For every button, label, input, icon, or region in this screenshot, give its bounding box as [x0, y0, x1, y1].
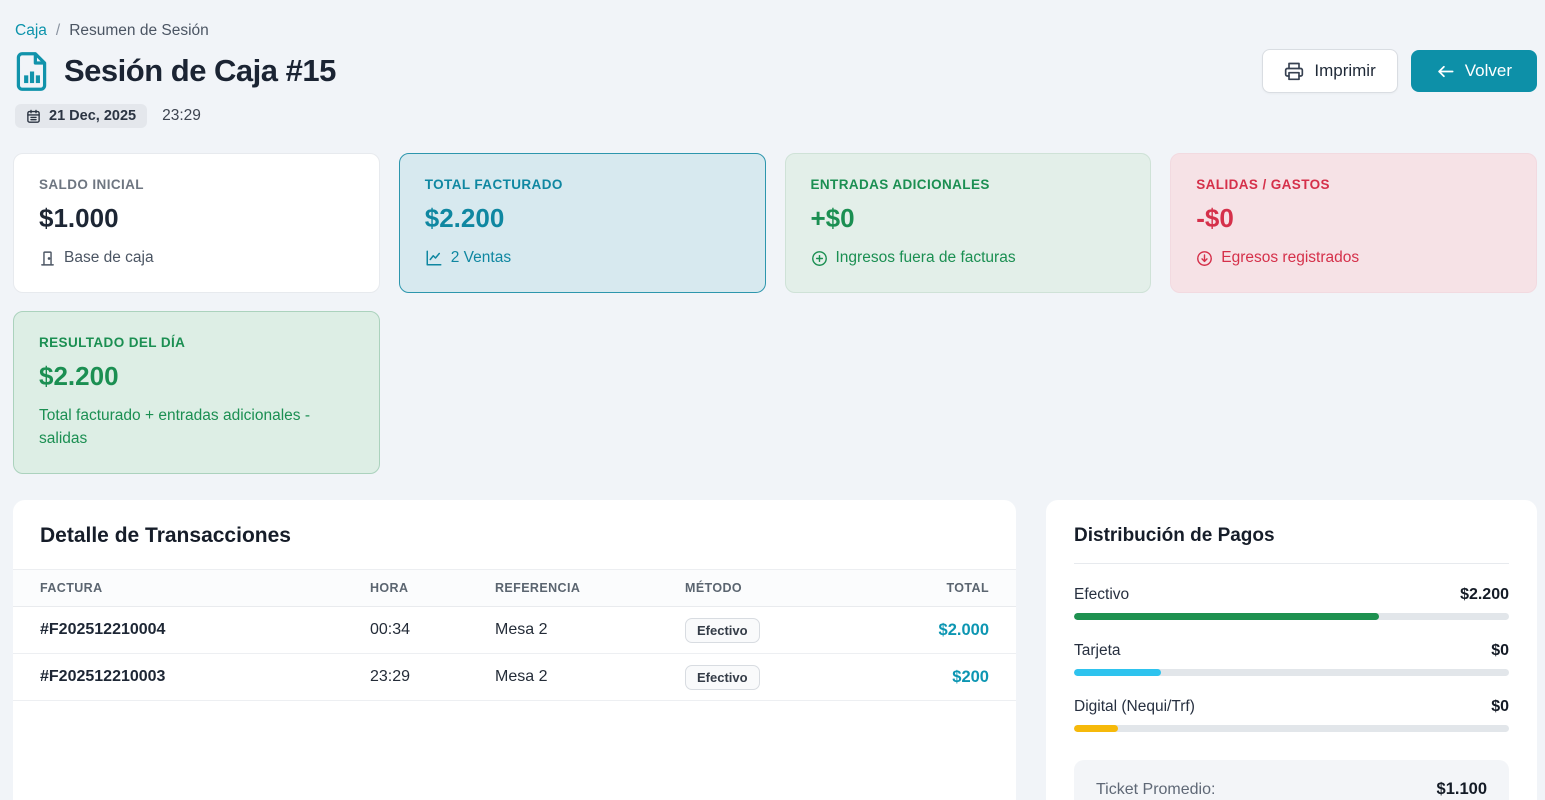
breadcrumb: Caja / Resumen de Sesión: [15, 22, 1537, 40]
print-button-label: Imprimir: [1314, 61, 1375, 81]
invoice-reference: Mesa 2: [495, 668, 685, 686]
card-note: 2 Ventas: [425, 247, 740, 269]
progress-bar-fill: [1074, 669, 1161, 676]
transactions-title: Detalle de Transacciones: [13, 500, 1016, 569]
card-note: Ingresos fuera de facturas: [811, 247, 1126, 269]
invoice-total: $200: [870, 668, 989, 687]
invoice-time: 00:34: [370, 621, 495, 639]
card-salidas-gastos: SALIDAS / GASTOS -$0 Egresos registrados: [1170, 153, 1537, 293]
invoice-time: 23:29: [370, 668, 495, 686]
detail-section: Detalle de Transacciones FACTURA HORA RE…: [13, 500, 1537, 800]
progress-bar-fill: [1074, 613, 1379, 620]
card-label: RESULTADO DEL DÍA: [39, 335, 354, 350]
date-badge: 21 Dec, 2025: [15, 104, 147, 128]
card-saldo-inicial: SALDO INICIAL $1.000 Base de caja: [13, 153, 380, 293]
payment-item-tarjeta: Tarjeta $0: [1074, 642, 1509, 676]
column-header-hora: HORA: [370, 581, 495, 595]
payment-value: $2.200: [1460, 586, 1509, 604]
payment-label: Digital (Nequi/Trf): [1074, 698, 1195, 716]
card-resultado-del-dia: RESULTADO DEL DÍA $2.200 Total facturado…: [13, 311, 380, 474]
table-row[interactable]: #F202512210004 00:34 Mesa 2 Efectivo $2.…: [13, 607, 1016, 654]
progress-bar-track: [1074, 613, 1509, 620]
card-note: Base de caja: [39, 247, 354, 269]
breadcrumb-separator: /: [56, 22, 60, 40]
card-total-facturado: TOTAL FACTURADO $2.200 2 Ventas: [399, 153, 766, 293]
summary-cards: SALDO INICIAL $1.000 Base de caja TOTAL …: [13, 153, 1537, 474]
transactions-table-header: FACTURA HORA REFERENCIA MÉTODO TOTAL: [13, 569, 1016, 607]
average-ticket-value: $1.100: [1437, 780, 1487, 799]
invoice-number: #F202512210004: [40, 621, 370, 639]
report-chart-icon: [13, 51, 50, 92]
door-icon: [39, 250, 56, 267]
payment-label: Tarjeta: [1074, 642, 1121, 660]
card-value: -$0: [1196, 203, 1511, 234]
payment-label: Efectivo: [1074, 586, 1129, 604]
card-note: Total facturado + entradas adicionales -…: [39, 405, 354, 450]
header: Sesión de Caja #15 Imprimir: [13, 49, 1537, 93]
table-row[interactable]: #F202512210003 23:29 Mesa 2 Efectivo $20…: [13, 654, 1016, 701]
payments-title: Distribución de Pagos: [1074, 525, 1509, 564]
calendar-icon: [26, 109, 41, 124]
header-actions: Imprimir Volver: [1262, 49, 1537, 93]
card-label: TOTAL FACTURADO: [425, 177, 740, 192]
page-title: Sesión de Caja #15: [64, 53, 336, 89]
card-label: SALDO INICIAL: [39, 177, 354, 192]
plus-circle-icon: [811, 250, 828, 267]
arrow-left-icon: [1436, 62, 1455, 81]
card-note: Egresos registrados: [1196, 247, 1511, 269]
print-button[interactable]: Imprimir: [1262, 49, 1397, 93]
printer-icon: [1284, 61, 1304, 81]
column-header-factura: FACTURA: [40, 581, 370, 595]
back-button[interactable]: Volver: [1411, 50, 1537, 92]
session-summary-page: Caja / Resumen de Sesión Sesión de Caja …: [0, 0, 1545, 800]
card-entradas-adicionales: ENTRADAS ADICIONALES +$0 Ingresos fuera …: [785, 153, 1152, 293]
card-value: $2.200: [39, 361, 354, 392]
breadcrumb-current: Resumen de Sesión: [69, 22, 209, 40]
card-label: SALIDAS / GASTOS: [1196, 177, 1511, 192]
column-header-total: TOTAL: [870, 581, 989, 595]
card-label: ENTRADAS ADICIONALES: [811, 177, 1126, 192]
payment-value: $0: [1491, 642, 1509, 660]
breadcrumb-link-caja[interactable]: Caja: [15, 22, 47, 40]
transactions-panel: Detalle de Transacciones FACTURA HORA RE…: [13, 500, 1016, 800]
payments-panel: Distribución de Pagos Efectivo $2.200 Ta…: [1046, 500, 1537, 800]
column-header-referencia: REFERENCIA: [495, 581, 685, 595]
session-meta: 21 Dec, 2025 23:29: [15, 104, 1537, 128]
progress-bar-fill: [1074, 725, 1118, 732]
session-date: 21 Dec, 2025: [49, 108, 136, 124]
column-header-metodo: MÉTODO: [685, 581, 870, 595]
average-ticket-label: Ticket Promedio:: [1096, 781, 1215, 799]
card-value: $1.000: [39, 203, 354, 234]
back-button-label: Volver: [1465, 61, 1512, 81]
invoice-number: #F202512210003: [40, 668, 370, 686]
payment-item-efectivo: Efectivo $2.200: [1074, 586, 1509, 620]
card-value: $2.200: [425, 203, 740, 234]
payment-item-digital: Digital (Nequi/Trf) $0: [1074, 698, 1509, 732]
average-ticket-box: Ticket Promedio: $1.100: [1074, 760, 1509, 800]
arrow-down-circle-icon: [1196, 250, 1213, 267]
line-chart-icon: [425, 249, 443, 267]
payment-value: $0: [1491, 698, 1509, 716]
card-value: +$0: [811, 203, 1126, 234]
payment-method-badge: Efectivo: [685, 665, 760, 690]
payment-method-badge: Efectivo: [685, 618, 760, 643]
progress-bar-track: [1074, 725, 1509, 732]
invoice-total: $2.000: [870, 621, 989, 640]
progress-bar-track: [1074, 669, 1509, 676]
session-time: 23:29: [162, 107, 201, 125]
invoice-reference: Mesa 2: [495, 621, 685, 639]
